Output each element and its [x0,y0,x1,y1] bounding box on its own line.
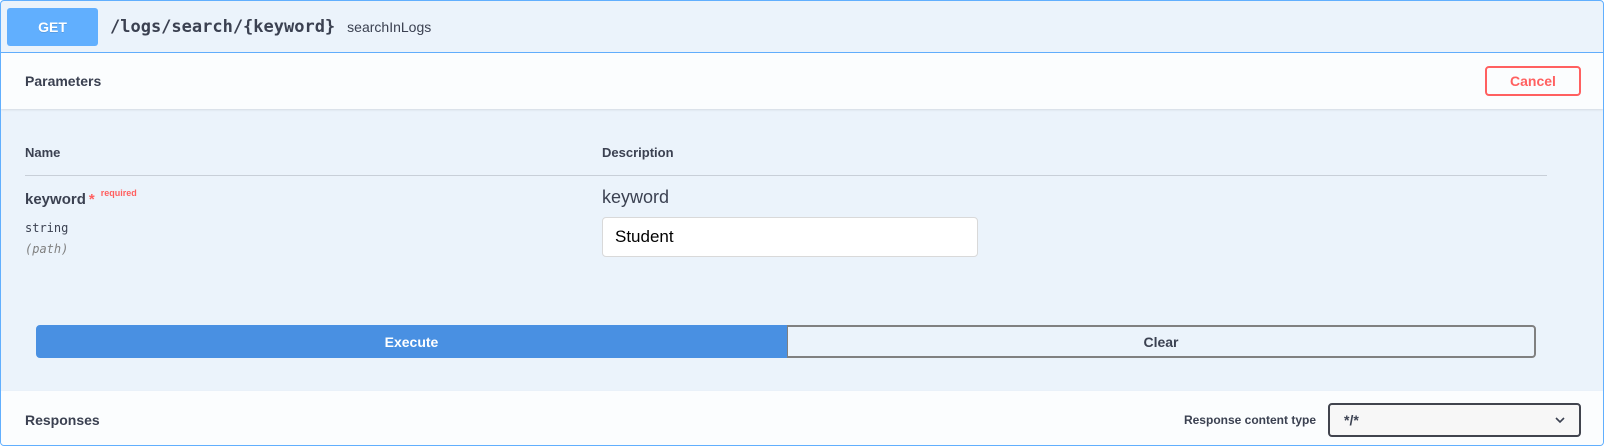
table-divider [25,175,1547,176]
column-header-name: Name [25,145,61,160]
parameter-location: (path) [25,242,69,256]
keyword-input[interactable] [602,217,978,257]
parameter-name-text: keyword [25,191,86,208]
required-star: * [88,191,95,208]
chevron-down-icon [1555,417,1565,424]
parameter-name: keyword * required [25,188,137,208]
required-label: required [100,188,137,198]
parameters-header: Parameters Cancel [1,53,1603,109]
responses-title: Responses [25,412,100,428]
http-method-badge: GET [7,7,98,46]
cancel-button[interactable]: Cancel [1485,66,1581,96]
execute-wrapper: Execute Clear [36,325,1536,358]
operation-summary[interactable]: GET /logs/search/{keyword} searchInLogs [1,1,1603,53]
column-header-description: Description [602,145,674,160]
parameter-description: keyword [602,187,670,207]
clear-button[interactable]: Clear [787,325,1536,358]
parameter-type: string [25,221,69,235]
response-content-type-value: */* [1344,412,1359,428]
responses-header: Responses Response content type */* [1,391,1603,445]
operation-block: GET /logs/search/{keyword} searchInLogs … [0,0,1604,446]
operation-id: searchInLogs [347,18,432,35]
endpoint-path: /logs/search/{keyword} [110,16,336,37]
response-content-type: Response content type */* [1184,403,1581,437]
execute-button[interactable]: Execute [36,325,787,358]
parameters-title: Parameters [25,73,102,89]
response-content-type-label: Response content type [1183,413,1316,427]
response-content-type-select[interactable]: */* [1328,403,1581,437]
